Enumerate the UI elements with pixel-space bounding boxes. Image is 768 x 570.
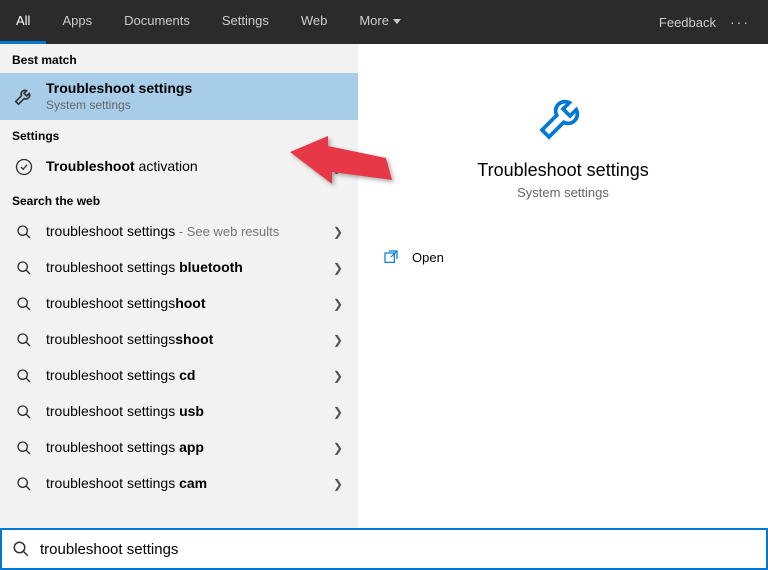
chevron-right-icon: ❯ bbox=[330, 160, 346, 174]
settings-result-rest: activation bbox=[135, 158, 198, 174]
detail-icon bbox=[382, 88, 744, 144]
web-result-pre: troubleshoot settings bbox=[46, 259, 179, 275]
detail-panel: Troubleshoot settings System settings Op… bbox=[358, 44, 768, 528]
check-circle-icon bbox=[12, 155, 36, 179]
settings-header: Settings bbox=[0, 120, 358, 149]
search-icon bbox=[12, 292, 36, 316]
settings-result-content: Troubleshoot activation bbox=[46, 157, 330, 176]
web-result-pre: troubleshoot settings bbox=[46, 403, 179, 419]
web-result[interactable]: troubleshoot settingsshoot❯ bbox=[0, 322, 358, 358]
header-right: Feedback ··· bbox=[659, 0, 768, 44]
web-result-bold: usb bbox=[179, 403, 204, 419]
web-result[interactable]: troubleshoot settings app❯ bbox=[0, 430, 358, 466]
best-match-content: Troubleshoot settings System settings bbox=[46, 79, 346, 114]
open-label: Open bbox=[412, 250, 444, 265]
chevron-right-icon: ❯ bbox=[330, 297, 346, 311]
web-result-content: troubleshoot settings usb bbox=[46, 402, 330, 421]
web-result-bold: shoot bbox=[175, 331, 213, 347]
tab-settings[interactable]: Settings bbox=[206, 0, 285, 44]
more-options-icon[interactable]: ··· bbox=[724, 14, 756, 30]
tab-apps[interactable]: Apps bbox=[46, 0, 108, 44]
chevron-right-icon: ❯ bbox=[330, 369, 346, 383]
open-icon bbox=[382, 248, 400, 266]
web-result[interactable]: troubleshoot settings cd❯ bbox=[0, 358, 358, 394]
web-result-pre: troubleshoot settings bbox=[46, 223, 175, 239]
web-result-content: troubleshoot settings bluetooth bbox=[46, 258, 330, 277]
search-bar[interactable] bbox=[0, 528, 768, 570]
web-result-bold: cd bbox=[179, 367, 195, 383]
chevron-right-icon: ❯ bbox=[330, 405, 346, 419]
search-icon bbox=[12, 540, 30, 558]
tab-documents[interactable]: Documents bbox=[108, 0, 206, 44]
chevron-right-icon: ❯ bbox=[330, 333, 346, 347]
best-match-title: Troubleshoot settings bbox=[46, 79, 346, 97]
web-result-pre: troubleshoot settings bbox=[46, 475, 179, 491]
open-action[interactable]: Open bbox=[382, 240, 744, 274]
web-result-bold: bluetooth bbox=[179, 259, 243, 275]
web-result-bold: hoot bbox=[175, 295, 205, 311]
web-result-content: troubleshoot settings cd bbox=[46, 366, 330, 385]
tab-more-label: More bbox=[359, 13, 389, 28]
search-input[interactable] bbox=[40, 541, 756, 558]
web-result[interactable]: troubleshoot settingshoot❯ bbox=[0, 286, 358, 322]
web-result-pre: troubleshoot settings bbox=[46, 295, 175, 311]
header-bar: All Apps Documents Settings Web More Fee… bbox=[0, 0, 768, 44]
chevron-right-icon: ❯ bbox=[330, 477, 346, 491]
detail-actions: Open bbox=[358, 240, 768, 274]
web-result-content: troubleshoot settings - See web results bbox=[46, 222, 330, 241]
web-result[interactable]: troubleshoot settings usb❯ bbox=[0, 394, 358, 430]
chevron-right-icon: ❯ bbox=[330, 441, 346, 455]
web-result-pre: troubleshoot settings bbox=[46, 439, 179, 455]
search-icon bbox=[12, 328, 36, 352]
web-result-bold: cam bbox=[179, 475, 207, 491]
tab-web[interactable]: Web bbox=[285, 0, 344, 44]
web-result-content: troubleshoot settings app bbox=[46, 438, 330, 457]
search-icon bbox=[12, 256, 36, 280]
detail-subtitle: System settings bbox=[382, 185, 744, 200]
chevron-down-icon bbox=[393, 19, 401, 24]
feedback-link[interactable]: Feedback bbox=[659, 15, 716, 30]
web-result[interactable]: troubleshoot settings - See web results❯ bbox=[0, 214, 358, 250]
wrench-icon bbox=[12, 84, 36, 108]
web-result-suffix: - See web results bbox=[175, 224, 279, 239]
web-result-pre: troubleshoot settings bbox=[46, 331, 175, 347]
search-icon bbox=[12, 400, 36, 424]
search-icon bbox=[12, 472, 36, 496]
settings-result-pre: Troubleshoot bbox=[46, 158, 135, 174]
best-match-header: Best match bbox=[0, 44, 358, 73]
chevron-right-icon: ❯ bbox=[330, 225, 346, 239]
main-content: Best match Troubleshoot settings System … bbox=[0, 44, 768, 528]
search-icon bbox=[12, 436, 36, 460]
web-result-content: troubleshoot settingsshoot bbox=[46, 330, 330, 349]
detail-card: Troubleshoot settings System settings bbox=[382, 88, 744, 200]
best-match-subtitle: System settings bbox=[46, 98, 346, 114]
tab-all[interactable]: All bbox=[0, 0, 46, 44]
best-match-result[interactable]: Troubleshoot settings System settings bbox=[0, 73, 358, 120]
web-result-pre: troubleshoot settings bbox=[46, 367, 179, 383]
search-icon bbox=[12, 220, 36, 244]
web-result[interactable]: troubleshoot settings cam❯ bbox=[0, 466, 358, 502]
detail-title: Troubleshoot settings bbox=[382, 160, 744, 181]
settings-result[interactable]: Troubleshoot activation ❯ bbox=[0, 149, 358, 185]
chevron-right-icon: ❯ bbox=[330, 261, 346, 275]
results-panel: Best match Troubleshoot settings System … bbox=[0, 44, 358, 528]
filter-tabs: All Apps Documents Settings Web More bbox=[0, 0, 659, 44]
search-icon bbox=[12, 364, 36, 388]
web-result-content: troubleshoot settingshoot bbox=[46, 294, 330, 313]
web-header: Search the web bbox=[0, 185, 358, 214]
web-result-bold: app bbox=[179, 439, 204, 455]
web-result[interactable]: troubleshoot settings bluetooth❯ bbox=[0, 250, 358, 286]
web-result-content: troubleshoot settings cam bbox=[46, 474, 330, 493]
tab-more[interactable]: More bbox=[343, 0, 417, 44]
